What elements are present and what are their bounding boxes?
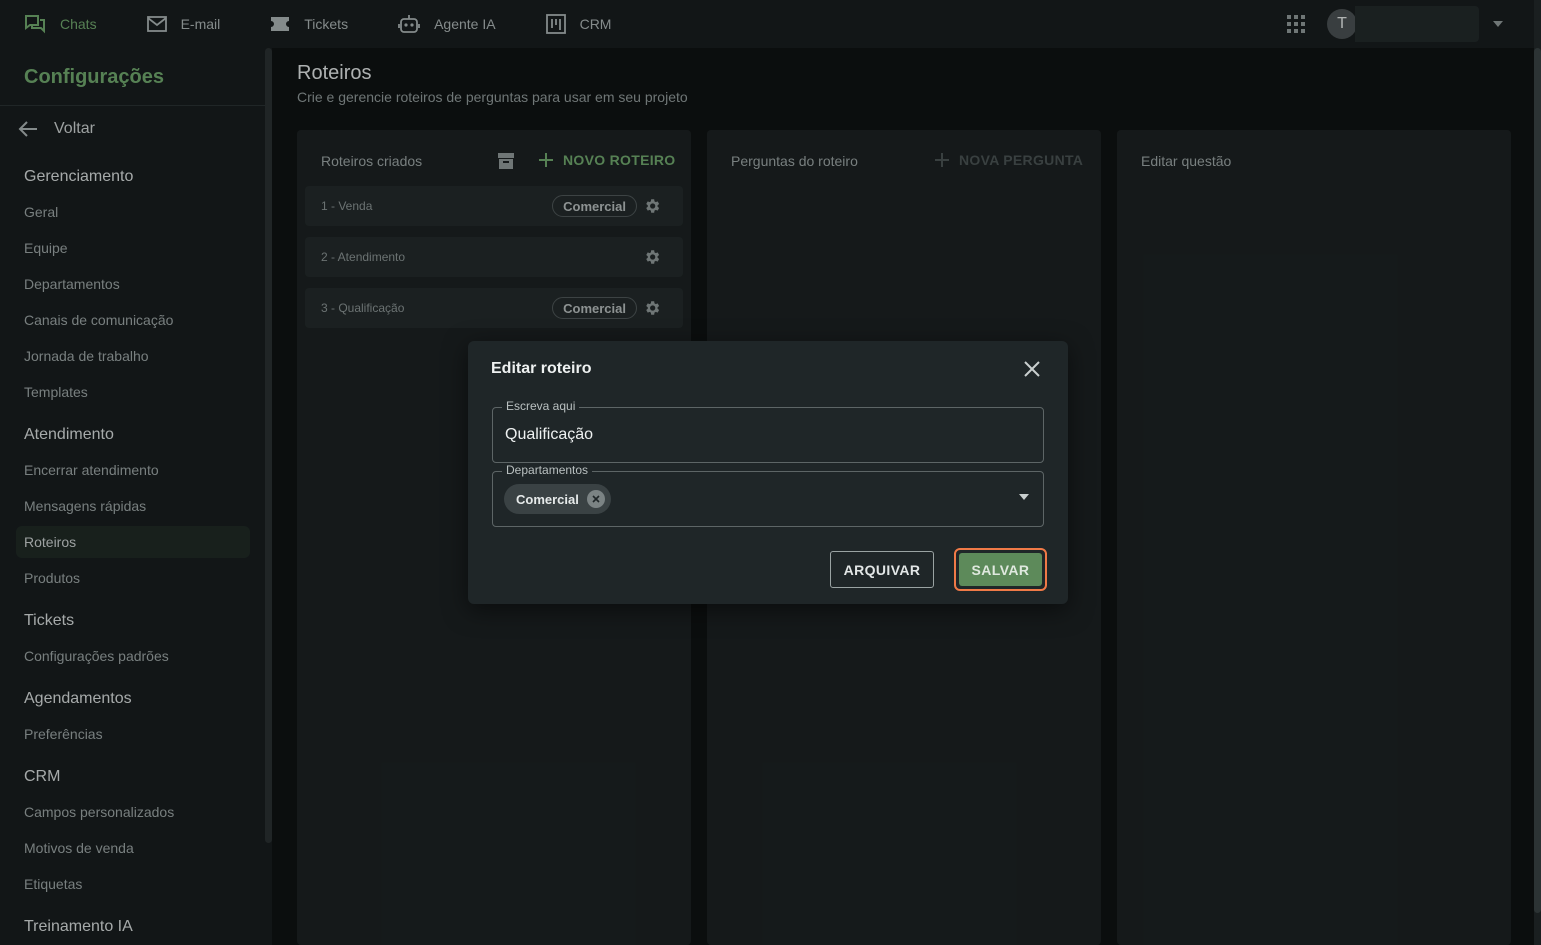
page-scrollbar-thumb[interactable]: [1534, 48, 1541, 913]
edit-script-dialog: Editar roteiro Escreva aqui Qualificação…: [468, 341, 1068, 604]
chevron-down-icon[interactable]: [1019, 494, 1029, 500]
script-name-field[interactable]: Escreva aqui Qualificação: [492, 399, 1044, 463]
departments-select[interactable]: Departamentos Comercial: [492, 463, 1044, 527]
department-chip-label: Comercial: [516, 491, 579, 507]
dialog-title: Editar roteiro: [491, 360, 592, 377]
department-chip-selected: Comercial: [504, 484, 611, 514]
close-icon[interactable]: [1023, 360, 1041, 378]
archive-button[interactable]: ARQUIVAR: [830, 551, 934, 588]
remove-chip-icon[interactable]: [586, 490, 605, 508]
script-name-input[interactable]: Qualificação: [505, 426, 593, 444]
page-scrollbar[interactable]: [1534, 0, 1541, 945]
save-button[interactable]: SALVAR: [959, 553, 1042, 586]
departments-label: Departamentos: [502, 463, 593, 477]
script-name-label: Escreva aqui: [502, 399, 580, 413]
